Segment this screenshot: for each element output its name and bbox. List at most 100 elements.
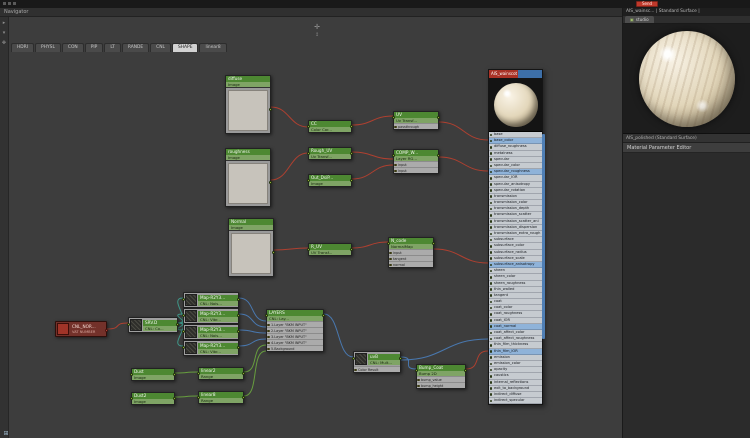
node-dust2[interactable]: Dust2 Image [130, 392, 176, 405]
pan-tool-icon[interactable]: ▾ [3, 31, 6, 36]
row-port-dot [267, 341, 270, 345]
row-port-dot [267, 329, 270, 333]
wire[interactable] [323, 313, 354, 358]
node-diffuse[interactable]: diffuse Image [225, 75, 272, 134]
material-panel-title: AIS_wainsc... | Standard Surface | [626, 9, 700, 14]
node-n-code[interactable]: N_code NormalMap input tangent normal [387, 237, 435, 268]
material-parameter-editor-header[interactable]: Material Parameter Editor [623, 143, 750, 153]
node-layers[interactable]: LAYERS CNL: Lay... 1.Layer "BKM INPUT" 2.La… [265, 309, 325, 352]
node-uv[interactable]: UV Uv Transf... passthrough [392, 111, 440, 130]
row-port-dot [389, 257, 392, 261]
node-linear8[interactable]: linear8 Range [197, 391, 245, 404]
wire[interactable] [238, 297, 267, 322]
node-bump-coat[interactable]: Bump_Coat Bump 2D bump_value bump_height [415, 364, 467, 389]
tab-linear8[interactable]: linear8 [199, 43, 227, 52]
menubar-icons [3, 2, 16, 5]
node-comp-w[interactable]: COMP_W... Layer RG... input input [392, 149, 440, 174]
node-row[interactable]: Color Result [354, 366, 400, 372]
wire[interactable] [351, 241, 389, 249]
surface-attr-row[interactable]: indirect_specular [489, 398, 542, 405]
node-rough-uv[interactable]: Rough_UV Uv Transf... [307, 147, 353, 160]
node-row[interactable]: 5.Background [267, 345, 323, 351]
node-subtitle: Uv Transf... [309, 154, 351, 159]
attr-port-dot [489, 319, 493, 322]
viewport-gizmo: ✛ ↕ [309, 23, 325, 38]
node-uvb[interactable]: uvB CNL: Mult... Color Result [352, 351, 402, 373]
tab-studio-label: studio [635, 17, 649, 22]
node-linear2[interactable]: linear2 Range [197, 367, 245, 380]
tab-rande[interactable]: RANDE [121, 43, 150, 52]
surface-attr-label: sheen_roughness [494, 280, 526, 285]
wire[interactable] [270, 106, 309, 128]
attr-port-dot [489, 282, 493, 285]
node-r-uv[interactable]: R_UV UV Transf... [307, 243, 353, 256]
wire[interactable] [438, 121, 489, 141]
node-image-preview [229, 230, 273, 276]
surface-attr-label: diffuse_roughness [494, 144, 527, 149]
attr-port-dot [489, 356, 493, 359]
node-row[interactable]: bump_height [417, 382, 465, 388]
node-subtitle: Range [199, 374, 243, 379]
wire[interactable] [174, 371, 199, 374]
node-map-4[interactable]: Map-R2Y3... CNL: Vibr... [182, 340, 240, 356]
surface-scrollbar[interactable] [541, 134, 545, 339]
attr-port-dot [489, 337, 493, 341]
menubar: Send [0, 0, 750, 8]
send-button[interactable]: Send [636, 1, 658, 7]
node-dust[interactable]: Dust Image [130, 368, 176, 381]
wire[interactable] [273, 247, 309, 251]
wire[interactable] [351, 151, 394, 160]
node-map-3[interactable]: Map-R2Y3... CNL: Nois... [182, 324, 240, 340]
material-preview-viewport[interactable] [623, 24, 750, 134]
wire[interactable] [106, 322, 129, 330]
taskbar-grid-icon[interactable]: ⊞ [2, 430, 10, 437]
attr-port-dot [489, 306, 493, 310]
attr-port-dot [489, 399, 493, 403]
select-tool-icon[interactable]: ▸ [3, 21, 6, 26]
tab-lt[interactable]: LT [104, 43, 121, 52]
wire[interactable] [238, 338, 267, 347]
material-panel-header: AIS_wainsc... | Standard Surface | [623, 8, 750, 16]
node-row-label: passthrough [398, 125, 420, 129]
move-tool-icon[interactable]: ✥ [2, 41, 6, 46]
wire[interactable] [238, 329, 267, 334]
surface-node-title: AIS_wainscot [489, 70, 542, 78]
node-map-1[interactable]: Map-R2Y3... CNL: Nois... [182, 292, 240, 308]
node-normal[interactable]: Normal Image [228, 218, 275, 277]
tab-cnl[interactable]: CNL [150, 43, 171, 52]
node-out-dsip[interactable]: Out_DsiP... Image [307, 174, 353, 187]
node-roughness[interactable]: roughness Image [225, 148, 272, 207]
wire[interactable] [174, 395, 199, 398]
node-row[interactable]: passthrough [394, 123, 438, 129]
tab-pip[interactable]: PIP [84, 43, 104, 52]
wire[interactable] [400, 338, 489, 361]
wire[interactable] [465, 350, 489, 370]
node-row[interactable]: input [394, 167, 438, 173]
node-map-2[interactable]: Map-R2Y3... CNL: Vibr... [182, 308, 240, 324]
node-row[interactable]: normal [389, 261, 433, 267]
tab-con[interactable]: CON [61, 43, 84, 52]
attr-port-dot [489, 139, 493, 143]
wire[interactable] [351, 164, 394, 180]
node-cc[interactable]: CC Color Cor... [307, 120, 353, 133]
standard-surface-node[interactable]: AIS_wainscot base base_color diffuse_roughn… [488, 69, 545, 406]
material-parameter-editor-body [623, 153, 750, 438]
attr-port-dot [489, 207, 493, 211]
node-srv-d[interactable]: SRV.D CNL: Co... [127, 317, 179, 333]
tab-shape[interactable]: SHAPE [171, 43, 199, 52]
wire[interactable] [433, 248, 489, 264]
surface-attr-label: indirect_specular [494, 398, 525, 403]
node-cnl-nor[interactable]: CNL_NOR... VAT NUMBER [55, 321, 108, 337]
node-subtitle: Color Cor... [309, 127, 351, 132]
tab-physl[interactable]: PHYSL [35, 43, 61, 52]
tab-studio[interactable]: ▣ studio [625, 16, 654, 23]
attr-port-dot [489, 189, 493, 192]
wire[interactable] [438, 156, 489, 172]
surface-attr-label: subsurface_anisotropy [494, 261, 535, 266]
wire[interactable] [270, 152, 309, 181]
tab-hdri[interactable]: HDRI [11, 43, 35, 52]
attr-port-dot [489, 300, 493, 304]
wire[interactable] [351, 115, 394, 126]
node-graph[interactable]: ✛ ↕ HDRI PHYSL CON PIP LT RANDE CNL SHAPE linear… [9, 17, 622, 438]
wire[interactable] [243, 344, 267, 373]
